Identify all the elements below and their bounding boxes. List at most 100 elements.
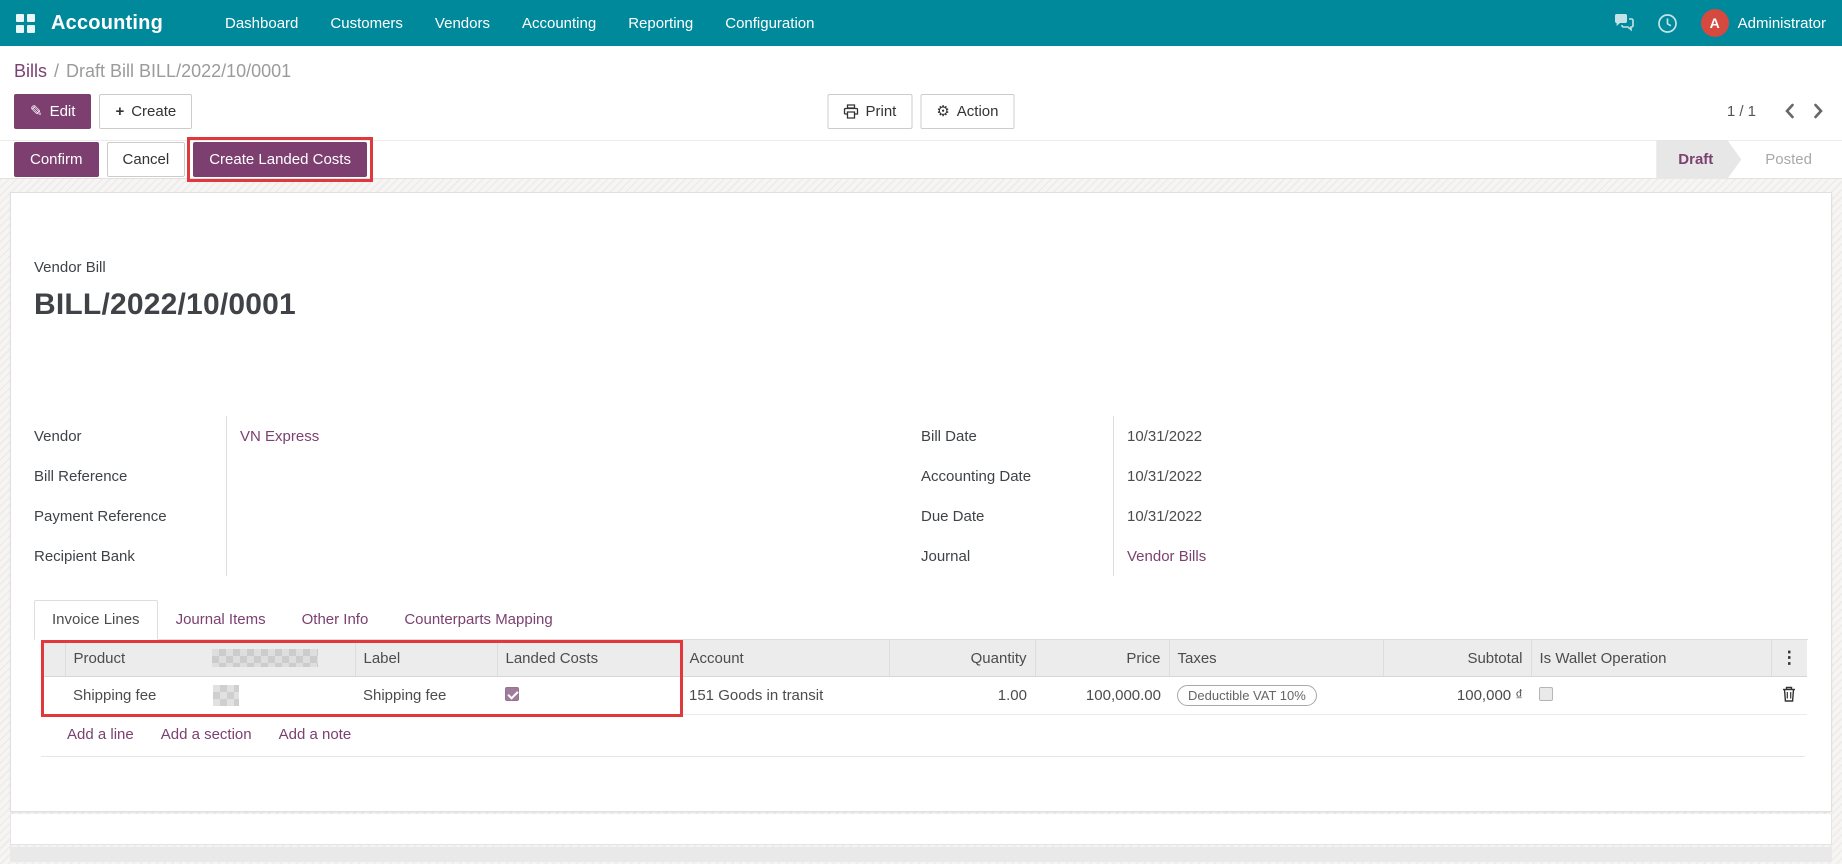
table-header-row: Product Label Landed Costs Account Quant…	[41, 640, 1807, 677]
col-label[interactable]: Label	[355, 640, 497, 677]
cell-taxes[interactable]: Deductible VAT 10%	[1169, 677, 1383, 715]
line-add-links: Add a line Add a section Add a note	[41, 715, 1805, 757]
add-a-section-link[interactable]: Add a section	[161, 726, 252, 743]
invoice-lines-table-wrap: Product Label Landed Costs Account Quant…	[41, 640, 1805, 715]
bill-reference-value[interactable]	[226, 456, 921, 496]
pager-previous-icon[interactable]	[1780, 99, 1799, 123]
breadcrumb-separator: /	[54, 61, 59, 81]
add-a-note-link[interactable]: Add a note	[279, 726, 352, 743]
pager-count: 1 / 1	[1727, 103, 1756, 120]
pager: 1 / 1	[1727, 99, 1828, 123]
status-posted[interactable]: Posted	[1741, 140, 1828, 179]
redacted-blur	[213, 685, 239, 706]
trash-icon[interactable]	[1782, 686, 1796, 702]
menu-configuration[interactable]: Configuration	[709, 0, 830, 46]
due-date-value[interactable]: 10/31/2022	[1113, 496, 1808, 536]
col-product[interactable]: Product	[65, 640, 355, 677]
breadcrumb: Bills / Draft Bill BILL/2022/10/0001	[14, 59, 1828, 83]
is-wallet-operation-checkbox[interactable]	[1539, 687, 1553, 701]
menu-accounting[interactable]: Accounting	[506, 0, 612, 46]
user-name: Administrator	[1738, 15, 1826, 32]
cell-account[interactable]: 151 Goods in transit	[681, 677, 889, 715]
top-navbar: Accounting Dashboard Customers Vendors A…	[0, 0, 1842, 46]
chatter-strip	[10, 847, 1832, 862]
recipient-bank-value[interactable]	[226, 536, 921, 576]
accounting-date-label: Accounting Date	[921, 456, 1113, 496]
status-draft[interactable]: Draft	[1656, 140, 1741, 179]
menu-customers[interactable]: Customers	[314, 0, 419, 46]
cell-landed-costs[interactable]	[497, 677, 681, 715]
cell-is-wallet-operation[interactable]	[1531, 677, 1771, 715]
breadcrumb-bills[interactable]: Bills	[14, 61, 47, 81]
vendor-value[interactable]: VN Express	[226, 416, 921, 456]
below-sheet-panel	[10, 814, 1832, 845]
field-groups: Vendor VN Express Bill Reference Payment…	[34, 416, 1808, 576]
create-button[interactable]: + Create	[99, 94, 192, 129]
main-menu: Dashboard Customers Vendors Accounting R…	[209, 0, 830, 46]
tax-badge[interactable]: Deductible VAT 10%	[1177, 685, 1317, 706]
statusbar: Confirm Cancel Create Landed Costs Draft…	[0, 140, 1842, 179]
landed-costs-checkbox[interactable]	[505, 687, 519, 701]
cancel-button[interactable]: Cancel	[107, 142, 186, 177]
col-subtotal[interactable]: Subtotal	[1383, 640, 1531, 677]
status-widget: Draft Posted	[1656, 140, 1828, 179]
menu-vendors[interactable]: Vendors	[419, 0, 506, 46]
redacted-blur	[212, 649, 318, 667]
activities-clock-icon[interactable]	[1657, 12, 1679, 34]
user-menu[interactable]: A Administrator	[1701, 9, 1826, 37]
button-row: ✎ Edit + Create Print ⚙ Action 1 / 1	[14, 93, 1828, 129]
recipient-bank-label: Recipient Bank	[34, 536, 226, 576]
menu-dashboard[interactable]: Dashboard	[209, 0, 314, 46]
control-panel: Bills / Draft Bill BILL/2022/10/0001 ✎ Edi…	[0, 59, 1842, 129]
tab-counterparts-mapping[interactable]: Counterparts Mapping	[386, 600, 570, 640]
cell-subtotal[interactable]: 100,000 ₫	[1383, 677, 1531, 715]
tab-journal-items[interactable]: Journal Items	[158, 600, 284, 640]
payment-reference-label: Payment Reference	[34, 496, 226, 536]
edit-button[interactable]: ✎ Edit	[14, 94, 91, 129]
pager-next-icon[interactable]	[1809, 99, 1828, 123]
col-quantity[interactable]: Quantity	[889, 640, 1035, 677]
add-a-line-link[interactable]: Add a line	[67, 726, 134, 743]
breadcrumb-current: Draft Bill BILL/2022/10/0001	[66, 61, 291, 81]
apps-grid-icon[interactable]	[16, 14, 35, 33]
journal-label: Journal	[921, 536, 1113, 576]
journal-value[interactable]: Vendor Bills	[1113, 536, 1808, 576]
action-button[interactable]: ⚙ Action	[920, 94, 1014, 129]
tab-other-info[interactable]: Other Info	[284, 600, 387, 640]
notebook-tabs: Invoice Lines Journal Items Other Info C…	[34, 600, 1808, 640]
cell-quantity[interactable]: 1.00	[889, 677, 1035, 715]
document-type-label: Vendor Bill	[34, 259, 1808, 276]
col-landed-costs[interactable]: Landed Costs	[497, 640, 681, 677]
avatar: A	[1701, 9, 1729, 37]
print-button[interactable]: Print	[828, 94, 913, 129]
confirm-button[interactable]: Confirm	[14, 142, 99, 177]
drag-handle-cell	[41, 677, 65, 715]
menu-reporting[interactable]: Reporting	[612, 0, 709, 46]
cell-delete[interactable]	[1771, 677, 1807, 715]
payment-reference-value[interactable]	[226, 496, 921, 536]
messages-icon[interactable]	[1613, 12, 1635, 34]
bill-date-label: Bill Date	[921, 416, 1113, 456]
col-taxes[interactable]: Taxes	[1169, 640, 1383, 677]
tab-invoice-lines[interactable]: Invoice Lines	[34, 600, 158, 640]
bill-date-value[interactable]: 10/31/2022	[1113, 416, 1808, 456]
due-date-label: Due Date	[921, 496, 1113, 536]
form-view-background: Vendor Bill BILL/2022/10/0001 Vendor VN …	[0, 179, 1842, 864]
cell-price[interactable]: 100,000.00	[1035, 677, 1169, 715]
bill-reference-label: Bill Reference	[34, 456, 226, 496]
accounting-date-value[interactable]: 10/31/2022	[1113, 456, 1808, 496]
cell-product[interactable]: Shipping fee	[65, 677, 355, 715]
app-name[interactable]: Accounting	[51, 12, 163, 35]
col-account[interactable]: Account	[681, 640, 889, 677]
optional-columns-icon[interactable]: ⋮	[1771, 640, 1807, 677]
cell-label[interactable]: Shipping fee	[355, 677, 497, 715]
invoice-line-row[interactable]: Shipping fee Shipping fee 151 Goods in t…	[41, 677, 1807, 715]
invoice-lines-table: Product Label Landed Costs Account Quant…	[41, 640, 1807, 715]
col-price[interactable]: Price	[1035, 640, 1169, 677]
gear-icon: ⚙	[936, 102, 949, 120]
create-landed-costs-button[interactable]: Create Landed Costs	[193, 142, 367, 177]
drag-handle-column	[41, 640, 65, 677]
col-is-wallet-operation[interactable]: Is Wallet Operation	[1531, 640, 1771, 677]
vendor-label: Vendor	[34, 416, 226, 456]
bill-number-title: BILL/2022/10/0001	[34, 288, 1808, 322]
